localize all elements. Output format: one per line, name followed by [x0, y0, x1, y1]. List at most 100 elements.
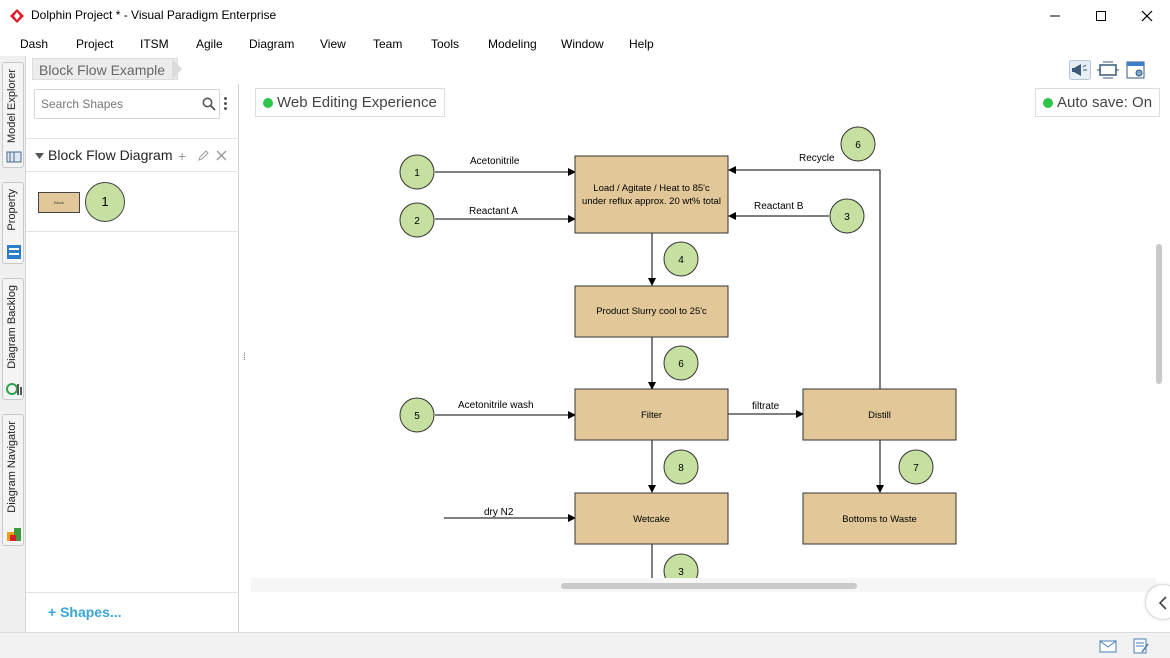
- menu-window[interactable]: Window: [561, 37, 604, 51]
- shapes-panel: Block Flow Diagram + Block 1 + Shapes...: [26, 84, 239, 632]
- window-title: Dolphin Project * - Visual Paradigm Ente…: [31, 8, 277, 22]
- flow-label-reactant-b: Reactant B: [754, 201, 804, 212]
- fit-diagram-icon[interactable]: [1097, 60, 1119, 80]
- block-product-slurry[interactable]: Product Slurry cool to 25'c: [574, 285, 729, 338]
- status-bar: [0, 632, 1170, 658]
- menu-modeling[interactable]: Modeling: [488, 37, 537, 51]
- left-tab-strip: Model Explorer Property Diagram Backlog …: [0, 56, 26, 632]
- horizontal-scrollbar[interactable]: [561, 583, 857, 589]
- diagram-navigator-icon: [7, 528, 21, 541]
- tab-diagram-navigator[interactable]: Diagram Navigator: [2, 414, 24, 546]
- stream-3-bottom-number: 3: [678, 567, 684, 578]
- diagram-canvas[interactable]: Web Editing Experience Auto save: On Loa…: [251, 84, 1170, 632]
- minimize-button[interactable]: [1032, 0, 1078, 32]
- flow-label-recycle: Recycle: [799, 153, 835, 164]
- menu-team[interactable]: Team: [373, 37, 402, 51]
- chevron-down-icon: [35, 153, 44, 159]
- stream-7[interactable]: 7: [898, 449, 934, 485]
- stream-6-recycle[interactable]: 6: [840, 126, 876, 162]
- diagram-settings-icon[interactable]: [1125, 60, 1147, 80]
- menu-agile[interactable]: Agile: [196, 37, 223, 51]
- search-icon[interactable]: [202, 97, 216, 111]
- stream-3-number: 3: [844, 212, 850, 223]
- vertical-scrollbar[interactable]: [1156, 244, 1162, 384]
- breadcrumb-arrow: [172, 58, 182, 80]
- menu-dash[interactable]: Dash: [20, 37, 48, 51]
- stream-3-bottom[interactable]: 3: [663, 553, 699, 578]
- block-load-agitate-heat[interactable]: Load / Agitate / Heat to 85'c under refl…: [574, 155, 729, 234]
- remove-icon[interactable]: [216, 150, 227, 161]
- tab-model-explorer-label: Model Explorer: [6, 69, 18, 143]
- close-icon: [1141, 10, 1153, 22]
- megaphone-icon[interactable]: [1069, 60, 1091, 80]
- tab-property[interactable]: Property: [2, 182, 24, 264]
- stream-7-number: 7: [913, 463, 919, 474]
- autosave-dot-icon: [1043, 98, 1053, 108]
- stream-5-number: 5: [414, 411, 420, 422]
- block-filter[interactable]: Filter: [574, 388, 729, 441]
- maximize-button[interactable]: [1078, 0, 1124, 32]
- tab-diagram-backlog[interactable]: Diagram Backlog: [2, 278, 24, 400]
- stream-2[interactable]: 2: [399, 202, 435, 238]
- web-editing-badge: Web Editing Experience: [255, 88, 445, 117]
- block-wetcake-label: Wetcake: [633, 514, 670, 525]
- panel-divider: [26, 231, 239, 232]
- more-shapes-link[interactable]: + Shapes...: [48, 604, 122, 620]
- menu-project[interactable]: Project: [76, 37, 113, 51]
- menu-tools[interactable]: Tools: [431, 37, 459, 51]
- stream-6-slurry[interactable]: 6: [663, 345, 699, 381]
- block-bottoms-to-waste-label: Bottoms to Waste: [842, 514, 917, 525]
- stream-6-recycle-number: 6: [855, 140, 861, 151]
- status-dot-icon: [263, 98, 273, 108]
- stream-3[interactable]: 3: [829, 198, 865, 234]
- stream-5[interactable]: 5: [399, 397, 435, 433]
- mail-icon[interactable]: [1099, 638, 1117, 654]
- breadcrumb[interactable]: Block Flow Example: [32, 58, 179, 80]
- more-shapes-label: Shapes...: [60, 604, 122, 620]
- property-icon: [7, 245, 21, 259]
- block-distill[interactable]: Distill: [802, 388, 957, 441]
- stream-4-number: 4: [678, 255, 684, 266]
- stream-2-number: 2: [414, 216, 420, 227]
- flow-label-filtrate: filtrate: [752, 401, 780, 412]
- maximize-icon: [1096, 11, 1106, 21]
- add-icon[interactable]: +: [178, 149, 186, 163]
- block-bottoms-to-waste[interactable]: Bottoms to Waste: [802, 492, 957, 545]
- collapse-panel-button[interactable]: [1145, 584, 1170, 620]
- notes-icon[interactable]: [1132, 638, 1150, 654]
- stream-8[interactable]: 8: [663, 449, 699, 485]
- menu-itsm[interactable]: ITSM: [140, 37, 169, 51]
- shape-category-header[interactable]: Block Flow Diagram +: [26, 138, 239, 172]
- block-wetcake[interactable]: Wetcake: [574, 492, 729, 545]
- title-bar: Dolphin Project * - Visual Paradigm Ente…: [0, 0, 1170, 32]
- autosave-badge[interactable]: Auto save: On: [1035, 88, 1161, 117]
- menu-diagram[interactable]: Diagram: [249, 37, 294, 51]
- panel-menu-icon[interactable]: [224, 97, 230, 113]
- block-shape[interactable]: Block: [38, 192, 80, 213]
- panel-splitter[interactable]: ⁞: [239, 84, 251, 632]
- stream-number-shape[interactable]: 1: [85, 182, 125, 222]
- flow-label-acetonitrile-wash: Acetonitrile wash: [458, 400, 534, 411]
- visual-paradigm-logo-icon: [10, 9, 24, 23]
- menu-bar: Dash Project ITSM Agile Diagram View Tea…: [0, 34, 1170, 54]
- menu-view[interactable]: View: [320, 37, 346, 51]
- edit-icon[interactable]: [197, 149, 210, 162]
- search-shapes-input[interactable]: [41, 96, 191, 112]
- block-distill-label: Distill: [868, 410, 891, 421]
- stream-1-number: 1: [414, 168, 420, 179]
- minimize-icon: [1050, 15, 1060, 17]
- stream-1[interactable]: 1: [399, 154, 435, 190]
- menu-help[interactable]: Help: [629, 37, 654, 51]
- chevron-left-icon: [1158, 596, 1167, 610]
- flow-label-reactant-a: Reactant A: [469, 206, 518, 217]
- stream-4[interactable]: 4: [663, 241, 699, 277]
- autosave-label: Auto save: On: [1057, 94, 1153, 111]
- block-product-slurry-label: Product Slurry cool to 25'c: [596, 306, 707, 317]
- search-shapes-box: [34, 89, 220, 119]
- model-explorer-icon: [6, 151, 22, 163]
- close-button[interactable]: [1124, 0, 1170, 32]
- block-flow-diagram: Load / Agitate / Heat to 85'c under refl…: [399, 126, 957, 578]
- tab-model-explorer[interactable]: Model Explorer: [2, 62, 24, 168]
- stream-8-number: 8: [678, 463, 684, 474]
- tab-diagram-backlog-label: Diagram Backlog: [6, 285, 18, 369]
